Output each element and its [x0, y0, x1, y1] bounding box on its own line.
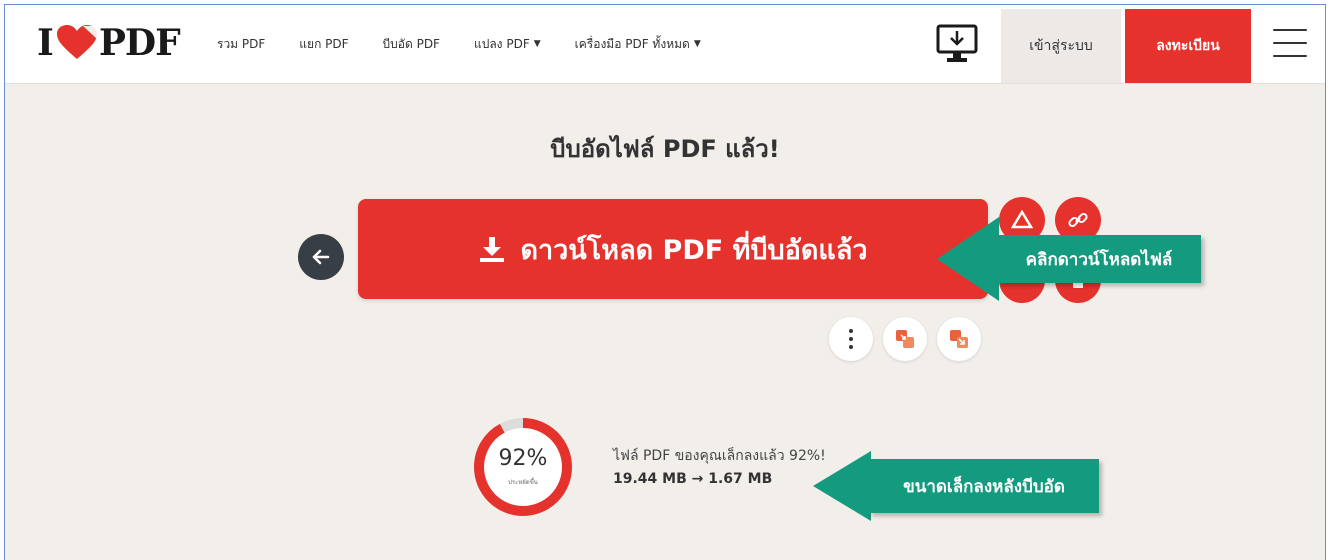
callout-text: ขนาดเล็กลงหลังบีบอัด — [869, 459, 1099, 513]
file-size-change: 19.44 MB → 1.67 MB — [613, 471, 773, 487]
ilovepdf-logo[interactable]: I PDF — [37, 22, 181, 64]
hamburger-menu-icon[interactable] — [1273, 29, 1307, 57]
result-message: ไฟล์ PDF ของคุณเล็กลงแล้ว 92%! — [613, 448, 826, 464]
caret-down-icon: ▼ — [693, 39, 701, 49]
top-navigation-bar: I PDF รวม PDF แยก PDF บีบอัด PDF แปลง PD… — [5, 5, 1325, 84]
nav-item-label: บีบอัด PDF — [382, 36, 440, 51]
logo-text-left: I — [37, 22, 54, 64]
nav-split-pdf[interactable]: แยก PDF — [299, 35, 348, 54]
main-nav: รวม PDF แยก PDF บีบอัด PDF แปลง PDF ▼ เค… — [217, 5, 735, 83]
page-title: บีบอัดไฟล์ PDF แล้ว! — [550, 135, 780, 163]
download-callout: คลิกดาวน์โหลดไฟล์ — [937, 217, 1207, 301]
callout-arrow — [813, 451, 871, 521]
download-compressed-pdf-button[interactable]: ดาวน์โหลด PDF ที่บีบอัดแล้ว — [358, 199, 988, 299]
compress-icon — [896, 330, 914, 348]
heart-logo-icon — [56, 25, 97, 59]
menu-line — [1273, 55, 1307, 57]
desktop-download-icon — [936, 24, 978, 62]
caret-down-icon: ▼ — [533, 39, 541, 49]
savings-caption: ประหยัดขึ้น — [508, 479, 538, 486]
download-icon — [480, 237, 505, 262]
more-vertical-icon — [849, 329, 853, 349]
savings-percent: 92% — [498, 446, 548, 471]
register-button[interactable]: ลงทะเบียน — [1125, 9, 1251, 83]
nav-item-label: แยก PDF — [299, 36, 349, 51]
login-button[interactable]: เข้าสู่ระบบ — [1001, 9, 1121, 83]
size-callout: ขนาดเล็กลงหลังบีบอัด — [813, 451, 1103, 521]
nav-item-label: เครื่องมือ PDF ทั้งหมด — [574, 36, 690, 51]
expand-icon — [950, 330, 968, 348]
callout-text: คลิกดาวน์โหลดไฟล์ — [997, 235, 1201, 283]
download-label: ดาวน์โหลด PDF ที่บีบอัดแล้ว — [520, 234, 868, 266]
app-window: I PDF รวม PDF แยก PDF บีบอัด PDF แปลง PD… — [4, 4, 1326, 560]
desktop-app-button[interactable] — [933, 22, 981, 66]
compress-again-button[interactable] — [883, 317, 927, 361]
nav-merge-pdf[interactable]: รวม PDF — [217, 35, 265, 54]
register-label: ลงทะเบียน — [1156, 38, 1220, 54]
nav-all-pdf-tools[interactable]: เครื่องมือ PDF ทั้งหมด ▼ — [575, 35, 701, 54]
menu-line — [1273, 42, 1307, 44]
arrow-left-icon — [312, 249, 330, 265]
back-button[interactable] — [298, 234, 344, 280]
login-label: เข้าสู่ระบบ — [1029, 38, 1093, 54]
logo-text-right: PDF — [98, 22, 181, 64]
nav-item-label: รวม PDF — [217, 36, 266, 51]
menu-line — [1273, 29, 1307, 31]
expand-tool-button[interactable] — [937, 317, 981, 361]
nav-item-label: แปลง PDF — [473, 36, 530, 51]
nav-convert-pdf[interactable]: แปลง PDF ▼ — [474, 35, 541, 54]
nav-compress-pdf[interactable]: บีบอัด PDF — [383, 35, 440, 54]
more-options-button[interactable] — [829, 317, 873, 361]
callout-arrow — [937, 217, 999, 301]
